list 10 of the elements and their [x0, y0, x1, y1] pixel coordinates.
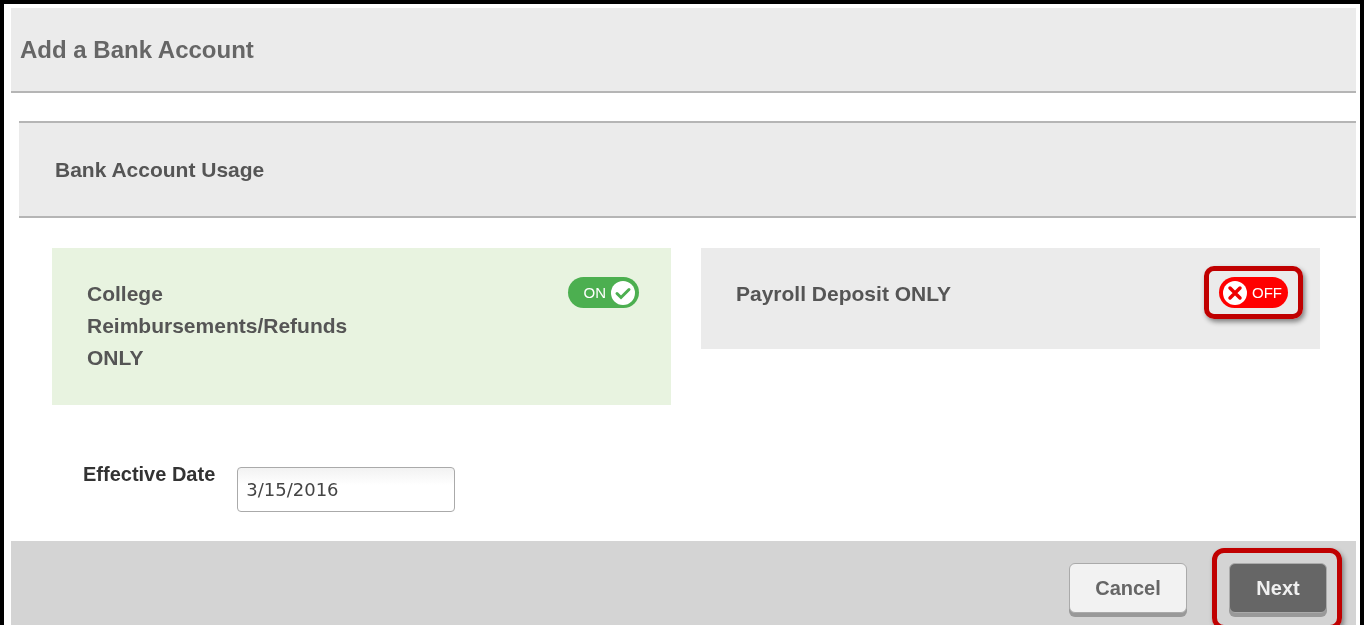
toggle-switch[interactable]: OFF — [1219, 277, 1288, 308]
dialog-title: Add a Bank Account — [20, 35, 254, 64]
close-icon — [1222, 279, 1248, 306]
usage-label: Payroll Deposit ONLY — [736, 281, 952, 307]
toggle-switch[interactable]: ON — [567, 277, 639, 308]
section-title: Bank Account Usage — [55, 157, 265, 182]
usage-label: College Reimbursements/Refunds ONLY — [87, 281, 349, 371]
date-field[interactable]: 3/15/2016 — [237, 467, 456, 512]
field-label: Effective Date — [83, 463, 216, 486]
check-icon — [610, 279, 636, 306]
